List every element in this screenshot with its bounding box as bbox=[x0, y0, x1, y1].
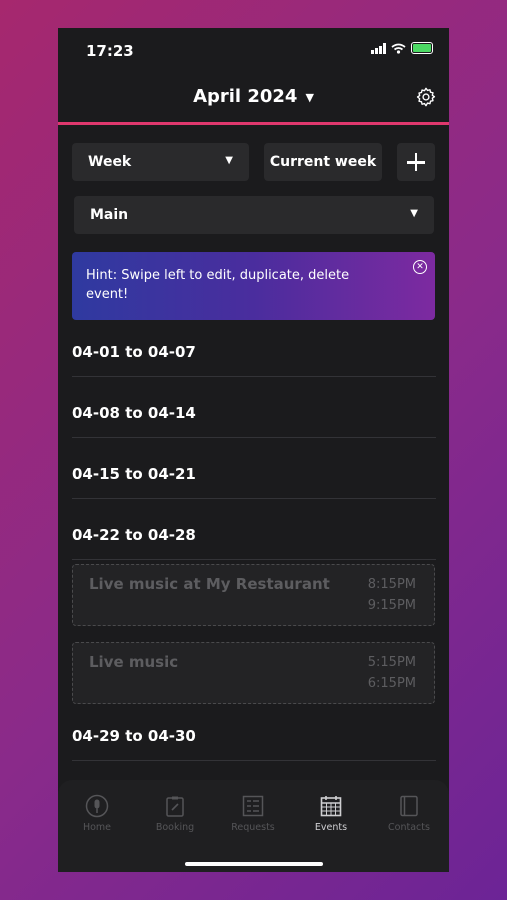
event-start-time: 5:15PM bbox=[367, 655, 416, 670]
list-icon bbox=[242, 795, 264, 817]
week-range: 04-08 to 04-14 bbox=[72, 404, 196, 422]
event-title: Live music at My Restaurant bbox=[89, 575, 330, 593]
clipboard-icon bbox=[166, 796, 184, 817]
current-week-button[interactable]: Current week bbox=[264, 143, 382, 181]
tab-label: Home bbox=[82, 822, 112, 833]
phone-screen: 17:23 April 2024 ▼ Week ▼ Current week M… bbox=[58, 28, 449, 872]
tab-label: Events bbox=[314, 822, 348, 833]
chevron-down-icon: ▼ bbox=[225, 155, 233, 166]
tab-label: Contacts bbox=[388, 822, 430, 833]
event-end-time: 9:15PM bbox=[367, 598, 416, 613]
view-select[interactable]: Week ▼ bbox=[72, 143, 249, 181]
close-icon[interactable]: ✕ bbox=[413, 260, 427, 274]
tab-booking[interactable]: Booking bbox=[136, 780, 214, 840]
battery-icon bbox=[411, 42, 433, 54]
contacts-book-icon bbox=[400, 795, 418, 817]
chevron-down-icon: ▼ bbox=[410, 208, 418, 219]
status-time: 17:23 bbox=[86, 42, 134, 60]
chevron-down-icon: ▼ bbox=[305, 90, 314, 104]
status-icons bbox=[371, 42, 433, 54]
gear-icon[interactable] bbox=[415, 86, 437, 108]
calendar-icon bbox=[320, 796, 342, 817]
tab-label: Requests bbox=[231, 822, 275, 833]
signal-icon bbox=[371, 42, 386, 54]
month-selector[interactable]: April 2024 ▼ bbox=[58, 86, 449, 107]
hint-text: Hint: Swipe left to edit, duplicate, del… bbox=[86, 268, 350, 302]
week-range: 04-01 to 04-07 bbox=[72, 343, 196, 361]
week-range: 04-29 to 04-30 bbox=[72, 727, 196, 745]
month-title: April 2024 bbox=[193, 86, 298, 107]
week-header[interactable]: 04-01 to 04-07 bbox=[72, 329, 436, 377]
week-header[interactable]: 04-22 to 04-28 bbox=[72, 512, 436, 560]
week-range: 04-22 to 04-28 bbox=[72, 526, 196, 544]
event-end-time: 6:15PM bbox=[367, 676, 416, 691]
tab-contacts[interactable]: Contacts bbox=[370, 780, 448, 840]
tab-requests[interactable]: Requests bbox=[214, 780, 292, 840]
header: April 2024 ▼ bbox=[58, 74, 449, 125]
week-header[interactable]: 04-08 to 04-14 bbox=[72, 390, 436, 438]
home-indicator bbox=[185, 862, 323, 866]
calendar-select[interactable]: Main ▼ bbox=[74, 196, 434, 234]
week-header[interactable]: 04-15 to 04-21 bbox=[72, 451, 436, 499]
view-select-value: Week bbox=[88, 154, 132, 170]
event-card[interactable]: Live music 5:15PM 6:15PM bbox=[72, 642, 435, 704]
hint-banner: Hint: Swipe left to edit, duplicate, del… bbox=[72, 252, 435, 320]
add-event-button[interactable] bbox=[397, 143, 435, 181]
status-bar: 17:23 bbox=[58, 28, 449, 74]
tab-events[interactable]: Events bbox=[292, 780, 370, 840]
event-card[interactable]: Live music at My Restaurant 8:15PM 9:15P… bbox=[72, 564, 435, 626]
week-header[interactable]: 04-29 to 04-30 bbox=[72, 713, 436, 761]
week-range: 04-15 to 04-21 bbox=[72, 465, 196, 483]
tab-label: Booking bbox=[155, 822, 195, 833]
tab-home[interactable]: Home bbox=[58, 780, 136, 840]
microphone-icon bbox=[85, 794, 109, 818]
tab-bar: Home Booking Requests Events Contacts bbox=[58, 780, 449, 872]
calendar-select-value: Main bbox=[90, 207, 129, 223]
event-start-time: 8:15PM bbox=[367, 577, 416, 592]
event-title: Live music bbox=[89, 653, 179, 671]
wifi-icon bbox=[391, 43, 406, 54]
